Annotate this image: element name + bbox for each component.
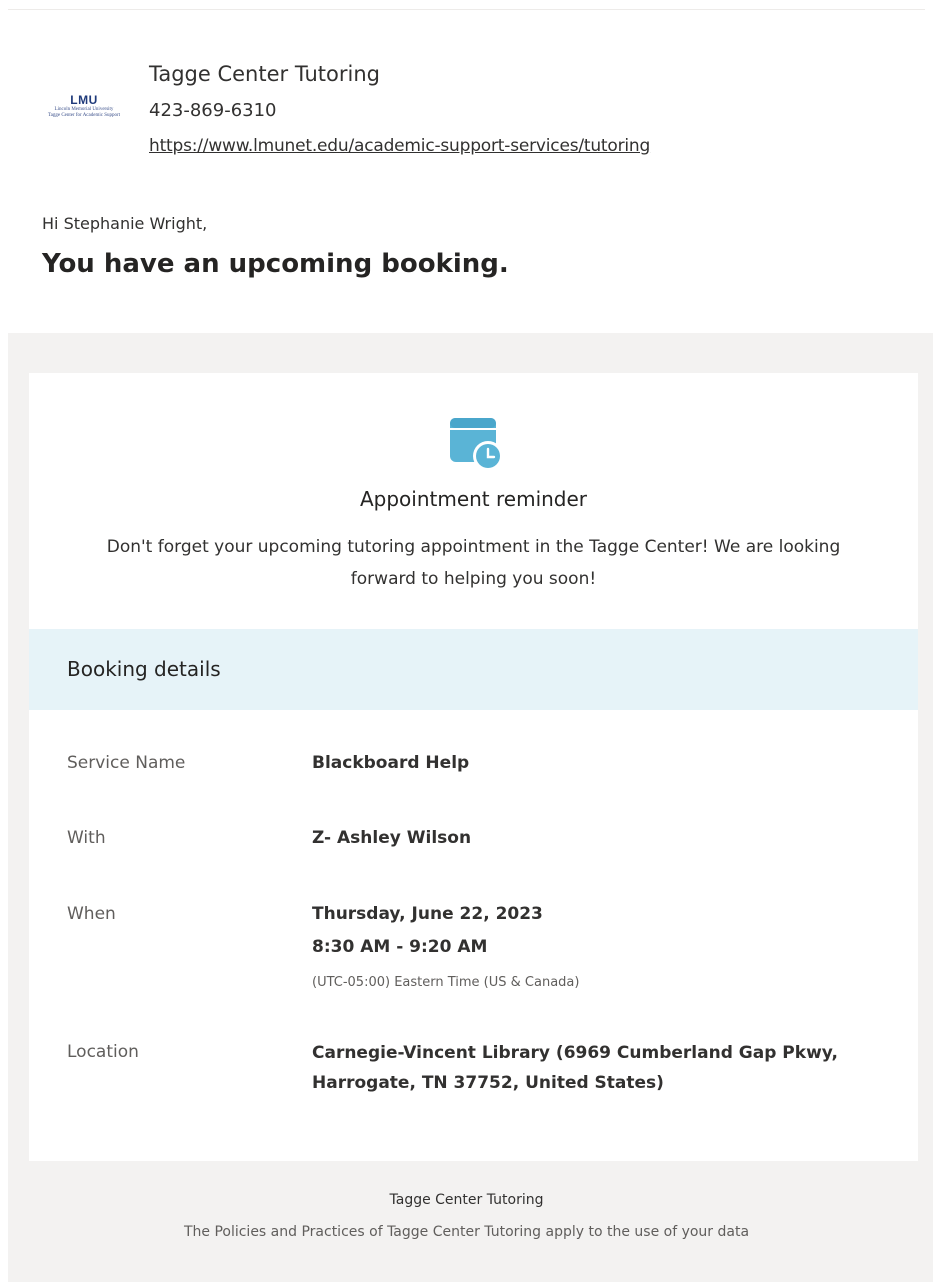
reminder-title: Appointment reminder bbox=[359, 487, 588, 511]
with-value: Z- Ashley Wilson bbox=[312, 828, 472, 848]
org-phone[interactable]: 423-869-6310 bbox=[149, 100, 277, 121]
footer-org-name: Tagge Center Tutoring bbox=[389, 1192, 544, 1208]
top-divider bbox=[8, 9, 925, 10]
email-header: LMU Lincoln Memorial University Tagge Ce… bbox=[44, 60, 904, 170]
headline: You have an upcoming booking. bbox=[42, 249, 509, 279]
greeting: Hi Stephanie Wright, bbox=[42, 214, 208, 233]
when-time: 8:30 AM - 9:20 AM bbox=[312, 937, 488, 957]
booking-card: Appointment reminder Don't forget your u… bbox=[29, 373, 918, 1161]
service-name-label: Service Name bbox=[67, 753, 186, 773]
booking-details-header: Booking details bbox=[29, 629, 918, 710]
reminder-message: Don't forget your upcoming tutoring appo… bbox=[106, 537, 841, 589]
footer-policy-text: The Policies and Practices of Tagge Cent… bbox=[183, 1224, 750, 1240]
when-date: Thursday, June 22, 2023 bbox=[312, 904, 543, 924]
logo-text: LMU bbox=[70, 93, 98, 107]
org-logo: LMU Lincoln Memorial University Tagge Ce… bbox=[44, 94, 124, 124]
when-label: When bbox=[67, 904, 116, 924]
when-timezone: (UTC-05:00) Eastern Time (US & Canada) bbox=[312, 975, 580, 990]
logo-subtitle-2: Tagge Center for Academic Support bbox=[47, 113, 121, 118]
service-name-value: Blackboard Help bbox=[312, 753, 470, 773]
calendar-clock-icon bbox=[450, 418, 503, 471]
org-website-link[interactable]: https://www.lmunet.edu/academic-support-… bbox=[149, 136, 650, 156]
booking-details-title: Booking details bbox=[67, 657, 221, 681]
with-label: With bbox=[67, 828, 106, 848]
org-name: Tagge Center Tutoring bbox=[149, 62, 380, 86]
location-value: Carnegie-Vincent Library (6969 Cumberlan… bbox=[312, 1043, 838, 1093]
location-label: Location bbox=[67, 1042, 139, 1062]
